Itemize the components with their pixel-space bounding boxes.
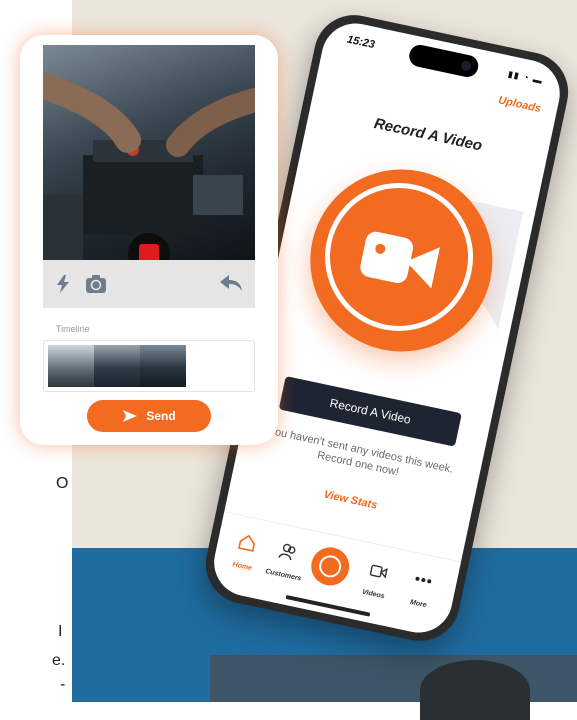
video-recorder-card: Timeline Send [20,35,278,445]
tab-record-button[interactable] [307,543,353,589]
left-text-fragment-5: - [60,676,66,693]
tab-videos[interactable]: Videos [349,557,402,606]
left-text-fragment-3: I [58,623,63,640]
background-person-silhouette [420,660,530,720]
camera-controls-bar [43,260,255,308]
tab-home-label: Home [231,561,253,573]
tab-customers[interactable]: Customers [259,538,312,587]
status-icons: ▮▮ ◔ ▬ [507,69,544,87]
more-icon [415,576,432,584]
record-video-circle-button[interactable] [293,152,510,369]
dynamic-island [407,42,481,80]
send-arrow-icon [123,410,138,422]
battery-icon: ▬ [531,74,544,86]
camera-dot [460,59,473,72]
camera-preview-photo [43,45,255,260]
flash-icon[interactable] [55,274,71,294]
videos-icon [369,564,388,579]
signal-icon: ▮▮ [507,68,521,81]
send-label: Send [146,409,176,423]
tab-more[interactable]: More [394,566,447,615]
home-icon [238,534,256,552]
tab-videos-label: Videos [361,588,386,601]
mechanic-engine-illustration [43,72,255,260]
tab-customers-label: Customers [264,568,302,583]
flip-camera-icon[interactable] [85,274,107,294]
left-text-fragment-4: e. [52,652,66,669]
send-button[interactable]: Send [87,400,211,432]
customers-icon [278,543,296,561]
wifi-icon: ◔ [522,71,531,84]
timeline-label: Timeline [56,324,90,334]
timeline-thumbnail[interactable] [48,345,94,387]
left-text-fragment-2: O [56,475,69,492]
page-title: Record A Video [372,115,484,155]
tab-more-label: More [409,598,428,610]
timeline-thumbnail[interactable] [140,345,186,387]
timeline-thumbnail[interactable] [94,345,140,387]
timeline-strip[interactable] [43,340,255,392]
uploads-link[interactable]: Uploads [497,94,542,115]
undo-icon[interactable] [219,274,243,292]
status-time: 15:23 [345,33,376,52]
